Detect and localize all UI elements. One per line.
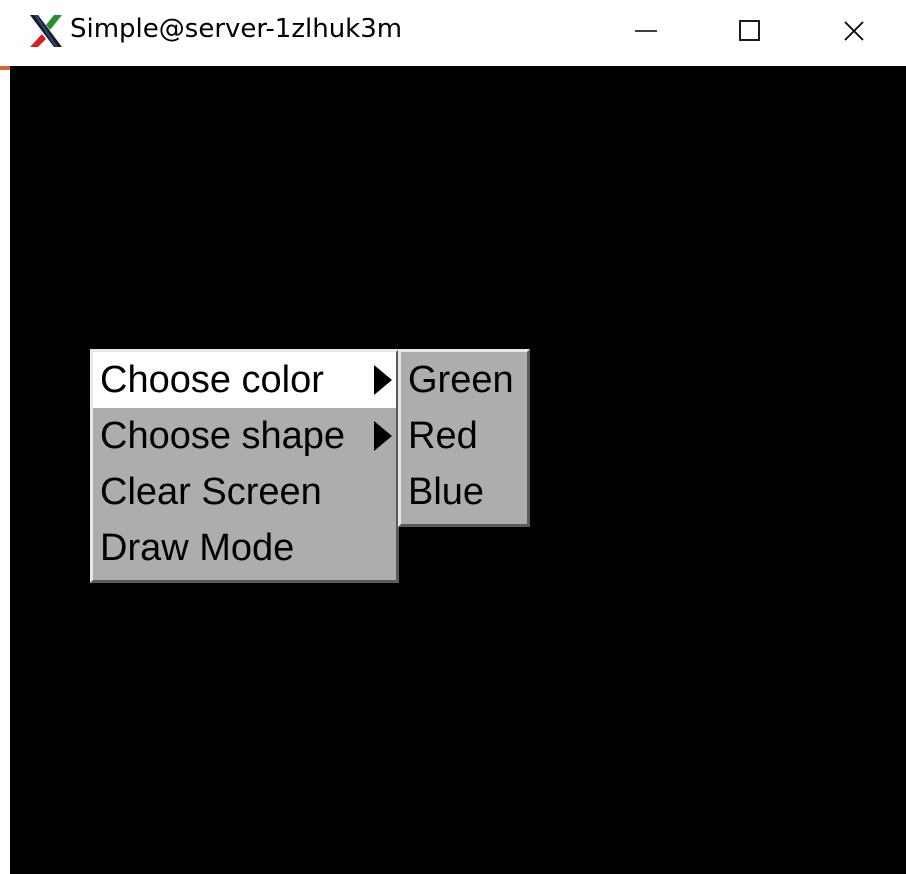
window-title: Simple@server-1zlhuk3m	[70, 14, 403, 44]
submenu-item-red[interactable]: Red	[401, 408, 527, 464]
menu-item-label: Draw Mode	[100, 527, 295, 569]
maximize-icon	[739, 20, 760, 41]
submenu-arrow-icon	[374, 365, 392, 395]
menu-item-label: Choose shape	[100, 415, 346, 457]
background-window-accent	[0, 66, 10, 70]
submenu-arrow-icon	[374, 421, 392, 451]
maximize-button[interactable]	[702, 0, 798, 62]
drawing-canvas[interactable]: Choose color Choose shape Clear Screen D…	[10, 66, 906, 874]
app-window: Simple@server-1zlhuk3m Choose color Choo…	[10, 0, 906, 874]
background-window-edge	[0, 0, 10, 874]
submenu-item-label: Blue	[408, 471, 485, 513]
title-bar[interactable]: Simple@server-1zlhuk3m	[10, 0, 906, 66]
minimize-icon	[635, 30, 657, 32]
submenu-item-label: Green	[408, 359, 514, 401]
menu-item-draw-mode[interactable]: Draw Mode	[93, 520, 396, 576]
menu-item-label: Choose color	[100, 359, 324, 401]
menu-item-choose-shape[interactable]: Choose shape	[93, 408, 396, 464]
menu-item-clear-screen[interactable]: Clear Screen	[93, 464, 396, 520]
close-button[interactable]	[806, 0, 902, 62]
menu-item-choose-color[interactable]: Choose color	[93, 352, 396, 408]
minimize-button[interactable]	[598, 0, 694, 62]
menu-item-label: Clear Screen	[100, 471, 322, 513]
color-submenu: Green Red Blue	[398, 349, 530, 527]
popup-menu: Choose color Choose shape Clear Screen D…	[90, 349, 399, 583]
close-icon	[844, 21, 864, 41]
submenu-item-green[interactable]: Green	[401, 352, 527, 408]
submenu-item-blue[interactable]: Blue	[401, 464, 527, 520]
submenu-item-label: Red	[408, 415, 478, 457]
x11-logo-icon	[30, 15, 62, 47]
